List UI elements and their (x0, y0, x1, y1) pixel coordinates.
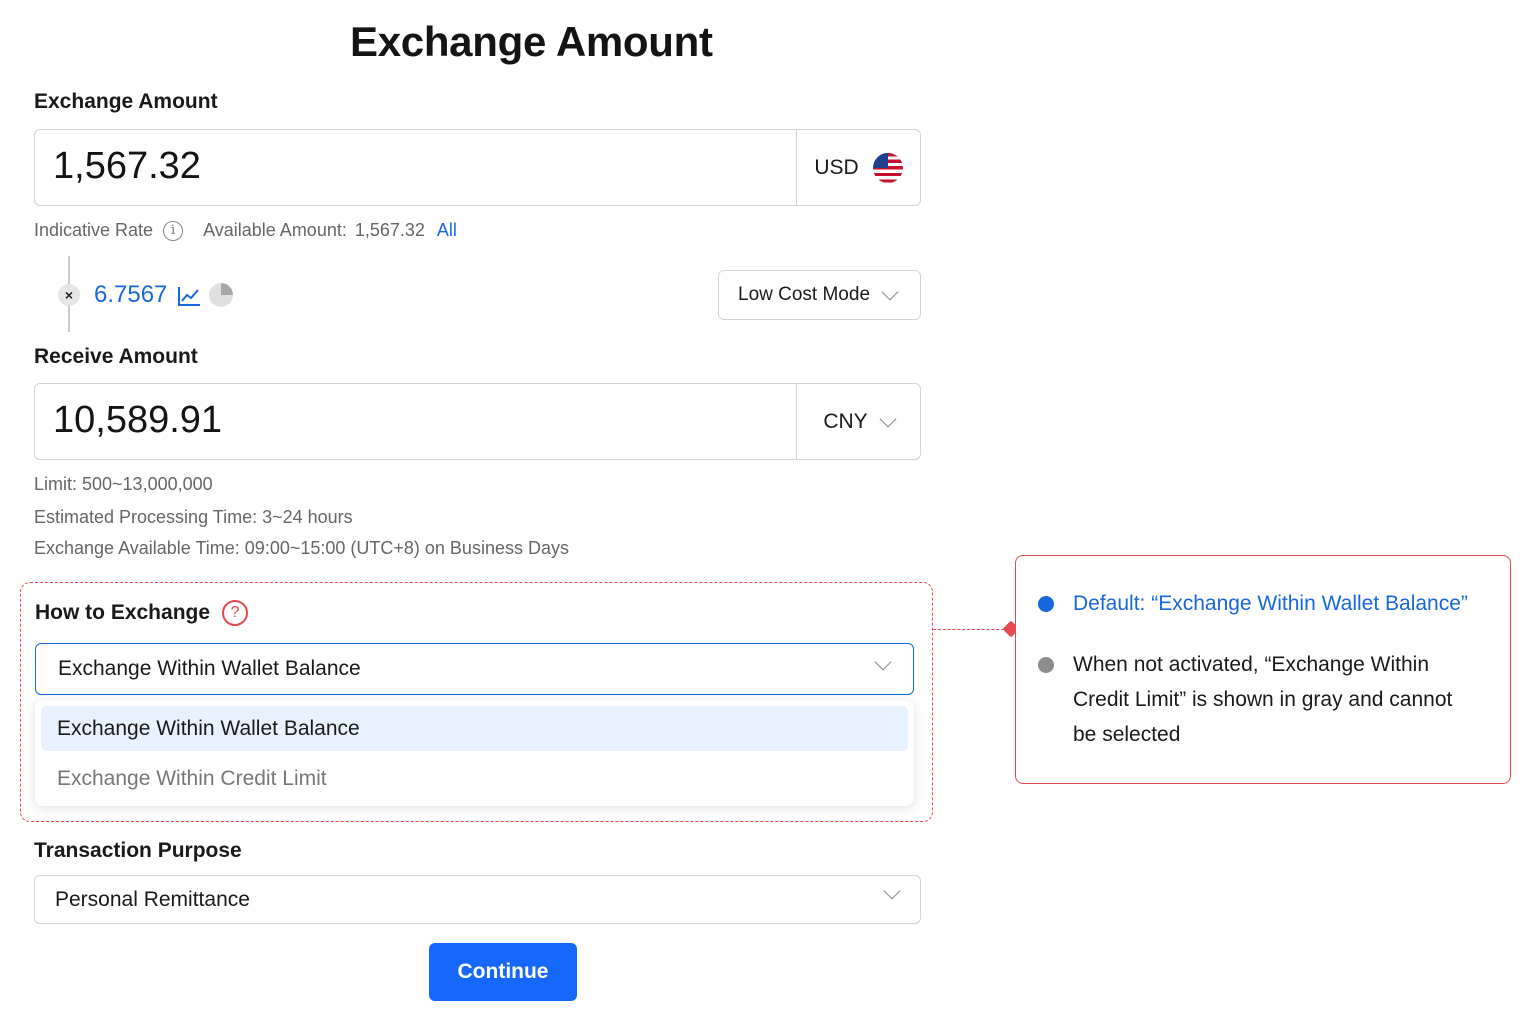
transaction-purpose-label: Transaction Purpose (34, 839, 242, 862)
rate-row: Indicative Rate i Available Amount: 1,56… (34, 220, 457, 241)
indicative-rate-label: Indicative Rate (34, 220, 154, 240)
receive-currency-selector[interactable]: CNY (796, 384, 920, 459)
note-item-text: When not activated, “Exchange Within Cre… (1073, 653, 1453, 746)
option-wallet-balance[interactable]: Exchange Within Wallet Balance (41, 706, 908, 751)
receive-currency-code: CNY (823, 409, 868, 433)
receive-amount-input[interactable]: 10,589.91 (53, 399, 222, 442)
exchange-amount-label: Exchange Amount (34, 90, 218, 113)
how-to-exchange-title: How to Exchange (35, 601, 211, 624)
trend-chart-icon[interactable] (177, 285, 201, 307)
exchange-rate-value: 6.7567 (94, 281, 168, 308)
how-to-exchange-dropdown: Exchange Within Wallet Balance Exchange … (35, 700, 914, 806)
exchange-currency-selector[interactable]: USD (796, 130, 920, 205)
cost-mode-label: Low Cost Mode (738, 284, 871, 305)
all-link[interactable]: All (437, 220, 457, 241)
limit-text: Limit: 500~13,000,000 (34, 474, 213, 494)
annotation-note: Default: “Exchange Within Wallet Balance… (1015, 555, 1511, 784)
available-amount-label: Available Amount: (203, 220, 347, 240)
chevron-down-icon (874, 653, 892, 671)
receive-amount-label: Receive Amount (34, 345, 198, 368)
note-item-text: Default: “Exchange Within Wallet Balance… (1073, 592, 1468, 615)
exchange-amount-input[interactable]: 1,567.32 (53, 145, 201, 188)
exchange-amount-field[interactable]: 1,567.32 USD (34, 129, 921, 206)
option-credit-limit: Exchange Within Credit Limit (57, 766, 327, 790)
available-time-text: Exchange Available Time: 09:00~15:00 (UT… (34, 538, 569, 558)
help-icon[interactable]: ? (222, 600, 249, 626)
chevron-down-icon (883, 882, 901, 900)
chevron-down-icon (881, 283, 899, 301)
how-to-exchange-label: How to Exchange ? (35, 600, 249, 626)
note-item-default: Default: “Exchange Within Wallet Balance… (1038, 586, 1468, 621)
processing-time-text: Estimated Processing Time: 3~24 hours (34, 507, 353, 527)
exchange-currency-code: USD (814, 155, 859, 179)
page-title: Exchange Amount (350, 18, 713, 65)
available-amount-value: 1,567.32 (354, 220, 425, 240)
cost-mode-select[interactable]: Low Cost Mode (718, 270, 921, 320)
us-flag-icon (872, 152, 903, 183)
transaction-purpose-select[interactable]: Personal Remittance (34, 875, 921, 924)
receive-amount-field[interactable]: 10,589.91 CNY (34, 383, 921, 460)
info-icon[interactable]: i (163, 220, 184, 241)
how-to-exchange-value: Exchange Within Wallet Balance (58, 657, 361, 680)
note-item-inactive: When not activated, “Exchange Within Cre… (1038, 647, 1478, 752)
how-to-exchange-select[interactable]: Exchange Within Wallet Balance (35, 643, 914, 695)
continue-button[interactable]: Continue (429, 943, 577, 1001)
annotation-connector (933, 629, 1009, 630)
chevron-down-icon (879, 410, 897, 427)
transaction-purpose-value: Personal Remittance (55, 887, 250, 911)
bullet-icon (1038, 596, 1054, 612)
bullet-icon (1038, 657, 1054, 673)
multiply-icon: × (58, 284, 80, 306)
rate-timer-icon (209, 283, 233, 307)
